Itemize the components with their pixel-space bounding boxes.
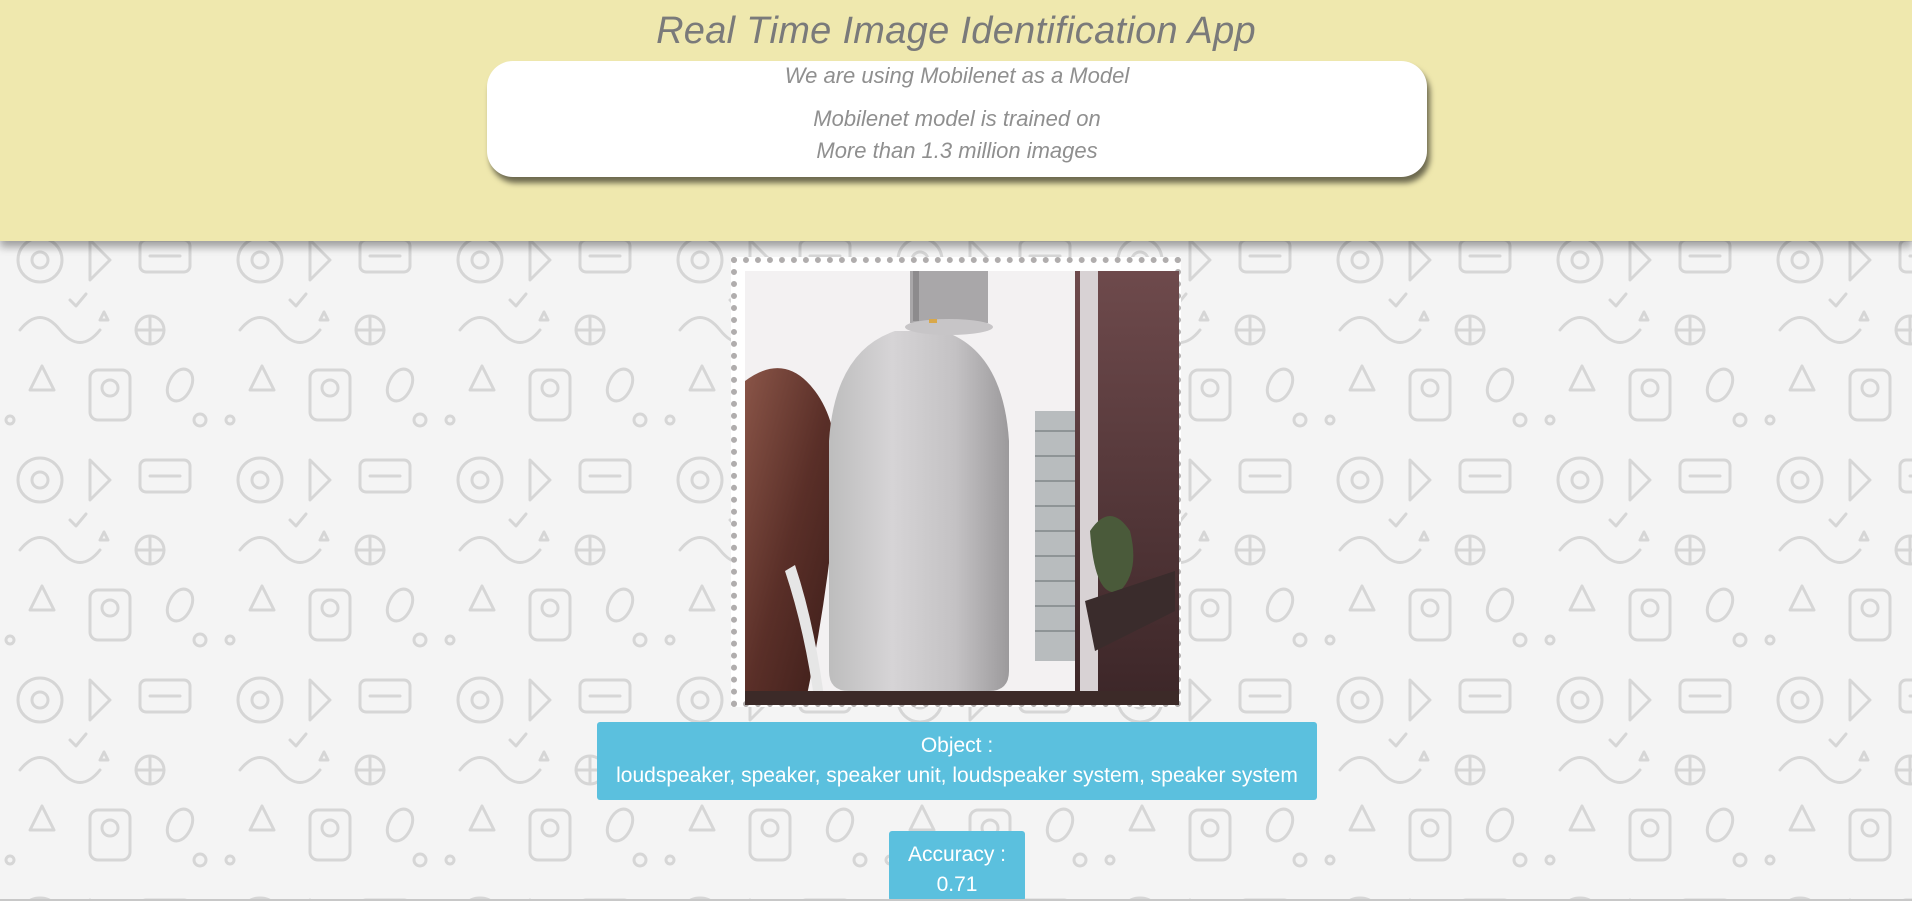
accuracy-label: Accuracy :: [907, 843, 1007, 866]
model-images-count-line: More than 1.3 million images: [816, 138, 1098, 163]
page-title: Real Time Image Identification App: [656, 10, 1256, 52]
webcam-video-feed: [745, 271, 1179, 705]
camera-image: [745, 271, 1179, 705]
model-info-line: We are using Mobilenet as a Model: [784, 63, 1130, 88]
model-training-info-line: Mobilenet model is trained on: [813, 106, 1101, 131]
object-result-box: Object : loudspeaker, speaker, speaker u…: [597, 722, 1317, 800]
object-label: Object :: [920, 734, 994, 757]
object-value: loudspeaker, speaker, speaker unit, loud…: [616, 764, 1298, 787]
webcam-frame: [731, 257, 1181, 707]
accuracy-value: 0.71: [936, 873, 978, 896]
model-info-card: We are using Mobilenet as a Model Mobile…: [487, 61, 1427, 177]
accuracy-result-box: Accuracy : 0.71: [889, 831, 1025, 901]
app-header: Real Time Image Identification App We ar…: [0, 0, 1912, 241]
